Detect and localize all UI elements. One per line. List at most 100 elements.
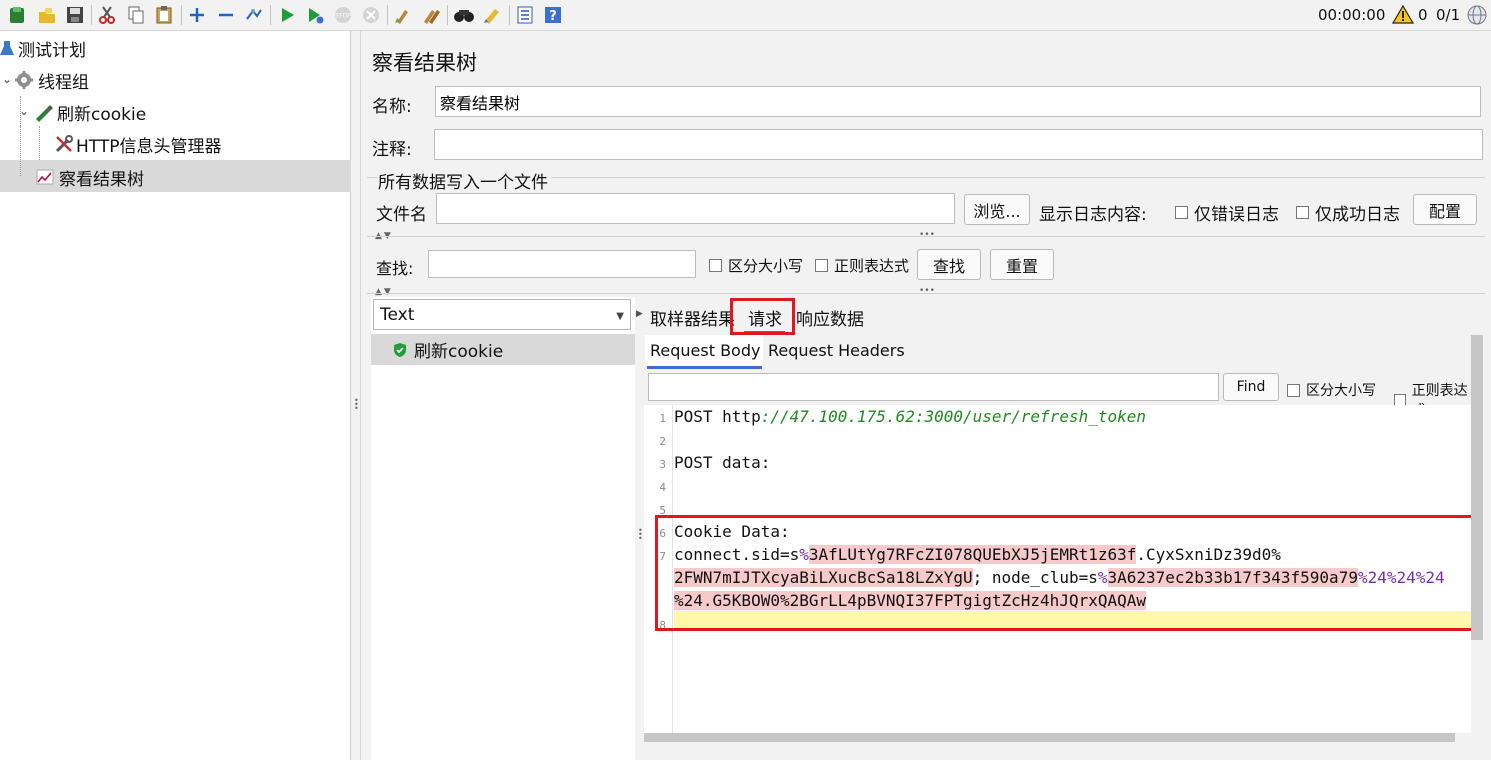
collapse-arrows-icon[interactable]: ▲▼ bbox=[375, 287, 393, 297]
view-results-tree-panel: 察看结果树 名称: 注释: 所有数据写入一个文件 文件名 浏览... 显示日志内… bbox=[361, 31, 1491, 760]
checkbox-box[interactable] bbox=[1287, 383, 1300, 397]
tree-item-label: 察看结果树 bbox=[59, 169, 144, 190]
chevron-down-icon[interactable]: ⌄ bbox=[2, 72, 12, 86]
tab-request-headers[interactable]: Request Headers bbox=[768, 341, 905, 360]
success-shield-icon bbox=[394, 342, 406, 357]
find-case-checkbox[interactable]: 区分大小写 bbox=[1287, 380, 1376, 400]
name-input[interactable] bbox=[435, 86, 1481, 117]
tree-item-header-manager[interactable]: HTTP信息头管理器 bbox=[54, 129, 222, 159]
test-plan-icon bbox=[0, 41, 14, 55]
renderer-select-value: Text bbox=[380, 304, 415, 325]
sampler-pen-icon bbox=[36, 105, 53, 122]
find-button[interactable]: Find bbox=[1223, 373, 1279, 401]
cut-icon[interactable] bbox=[96, 4, 118, 26]
tree-item-label: 线程组 bbox=[38, 72, 89, 93]
line-number: 2 bbox=[659, 435, 666, 448]
tree-item-label: 刷新cookie bbox=[57, 104, 147, 125]
comment-input[interactable] bbox=[434, 129, 1483, 160]
tab-response-data[interactable]: 响应数据 bbox=[796, 305, 864, 330]
remote-globe-icon[interactable] bbox=[1466, 4, 1488, 30]
checkbox-box[interactable] bbox=[1175, 206, 1188, 219]
success-only-checkbox[interactable]: 仅成功日志 bbox=[1296, 200, 1400, 225]
paste-icon[interactable] bbox=[153, 4, 175, 26]
copy-icon[interactable] bbox=[125, 4, 147, 26]
results-splitter[interactable]: • • • ▶ bbox=[635, 297, 643, 760]
find-input[interactable] bbox=[648, 373, 1219, 401]
svg-text:?: ? bbox=[549, 9, 557, 24]
line-number: 3 bbox=[659, 458, 666, 471]
collapse-icon[interactable] bbox=[215, 4, 237, 26]
annotation-highlight-box bbox=[730, 298, 795, 335]
dropdown-arrow-icon[interactable]: ▼ bbox=[616, 311, 624, 322]
svg-text:STOP: STOP bbox=[335, 13, 351, 20]
chart-icon bbox=[36, 169, 54, 185]
errors-only-checkbox[interactable]: 仅错误日志 bbox=[1175, 200, 1279, 225]
tree-splitter[interactable]: • • • bbox=[351, 31, 361, 760]
search-icon[interactable] bbox=[453, 4, 475, 26]
checkbox-label: 区分大小写 bbox=[1306, 383, 1376, 399]
chevron-down-icon[interactable]: ⌄ bbox=[19, 104, 29, 118]
renderer-select[interactable]: Text ▼ bbox=[373, 299, 631, 330]
results-list-pane: Text ▼ 刷新cookie bbox=[371, 297, 635, 760]
result-item-label: 刷新cookie bbox=[414, 342, 504, 362]
checkbox-label: 仅错误日志 bbox=[1194, 205, 1279, 225]
checkbox-box[interactable] bbox=[815, 259, 828, 272]
drag-handle-icon[interactable]: ••• bbox=[919, 230, 935, 240]
new-template-icon[interactable] bbox=[6, 4, 28, 26]
tree-item-view-results-tree[interactable]: 察看结果树 bbox=[35, 162, 144, 192]
tab-request-body[interactable]: Request Body bbox=[650, 341, 760, 360]
test-plan-tree: 测试计划 ⌄ 线程组 ⌄ 刷新cookie HTTP信息头管理器 察看结果树 bbox=[0, 31, 351, 760]
tree-item-test-plan[interactable]: 测试计划 bbox=[0, 33, 86, 63]
name-label: 名称: bbox=[372, 97, 412, 117]
checkbox-label: 区分大小写 bbox=[728, 257, 804, 275]
toggle-icon[interactable] bbox=[243, 4, 265, 26]
tree-item-sampler[interactable]: 刷新cookie bbox=[33, 97, 146, 127]
result-tabs: 取样器结果 请求 响应数据 bbox=[643, 297, 1491, 335]
code-line-3: POST data: bbox=[674, 453, 771, 472]
open-icon[interactable] bbox=[36, 4, 58, 26]
search-button[interactable]: 查找 bbox=[917, 249, 981, 280]
active-threads: 0/1 bbox=[1436, 6, 1461, 24]
case-sensitive-checkbox[interactable]: 区分大小写 bbox=[709, 255, 803, 276]
warning-icon[interactable] bbox=[1391, 4, 1415, 28]
clear-icon[interactable] bbox=[392, 4, 414, 26]
reset-search-icon[interactable] bbox=[481, 4, 503, 26]
editor-vertical-scrollbar[interactable] bbox=[1471, 335, 1483, 640]
gear-icon bbox=[15, 71, 33, 89]
save-icon[interactable] bbox=[64, 4, 86, 26]
stop-icon[interactable]: STOP bbox=[332, 4, 354, 26]
start-no-pause-icon[interactable] bbox=[304, 4, 326, 26]
expand-icon[interactable] bbox=[186, 4, 208, 26]
checkbox-box[interactable] bbox=[709, 259, 722, 272]
log-display-label: 显示日志内容: bbox=[1039, 205, 1147, 225]
comment-label: 注释: bbox=[372, 140, 412, 160]
reset-button[interactable]: 重置 bbox=[990, 249, 1054, 280]
annotation-highlight-box bbox=[655, 515, 1481, 631]
code-line-1: POST http://47.100.175.62:3000/user/refr… bbox=[674, 407, 1147, 426]
request-find-bar: Find 区分大小写 正则表达式 bbox=[643, 369, 1473, 419]
help-icon[interactable]: ? bbox=[542, 4, 564, 26]
tree-item-label: HTTP信息头管理器 bbox=[76, 136, 222, 157]
tab-sampler-result[interactable]: 取样器结果 bbox=[650, 305, 735, 330]
result-item[interactable]: 刷新cookie bbox=[371, 334, 635, 365]
checkbox-box[interactable] bbox=[1296, 206, 1309, 219]
tree-item-thread-group[interactable]: 线程组 bbox=[14, 65, 89, 95]
bottom-tab-strip bbox=[643, 743, 1491, 760]
configure-button[interactable]: 配置 bbox=[1413, 194, 1477, 225]
filename-input[interactable] bbox=[436, 193, 955, 224]
browse-button[interactable]: 浏览... bbox=[964, 194, 1030, 225]
clear-all-icon[interactable] bbox=[420, 4, 442, 26]
toolbar: STOP ? 00:00:00 0 0/1 bbox=[0, 0, 1491, 31]
expand-arrow-icon[interactable]: ▶ bbox=[636, 309, 643, 319]
shutdown-icon[interactable] bbox=[360, 4, 382, 26]
tree-item-label: 测试计划 bbox=[18, 40, 86, 61]
editor-horizontal-scrollbar[interactable] bbox=[644, 733, 1455, 742]
function-helper-icon[interactable] bbox=[514, 4, 536, 26]
search-input[interactable] bbox=[428, 250, 696, 278]
page-title: 察看结果树 bbox=[372, 51, 477, 75]
file-section-title: 所有数据写入一个文件 bbox=[378, 168, 551, 193]
drag-handle-icon[interactable]: ••• bbox=[919, 286, 935, 296]
start-icon[interactable] bbox=[276, 4, 298, 26]
checkbox-label: 仅成功日志 bbox=[1315, 205, 1400, 225]
regex-checkbox[interactable]: 正则表达式 bbox=[815, 255, 909, 276]
